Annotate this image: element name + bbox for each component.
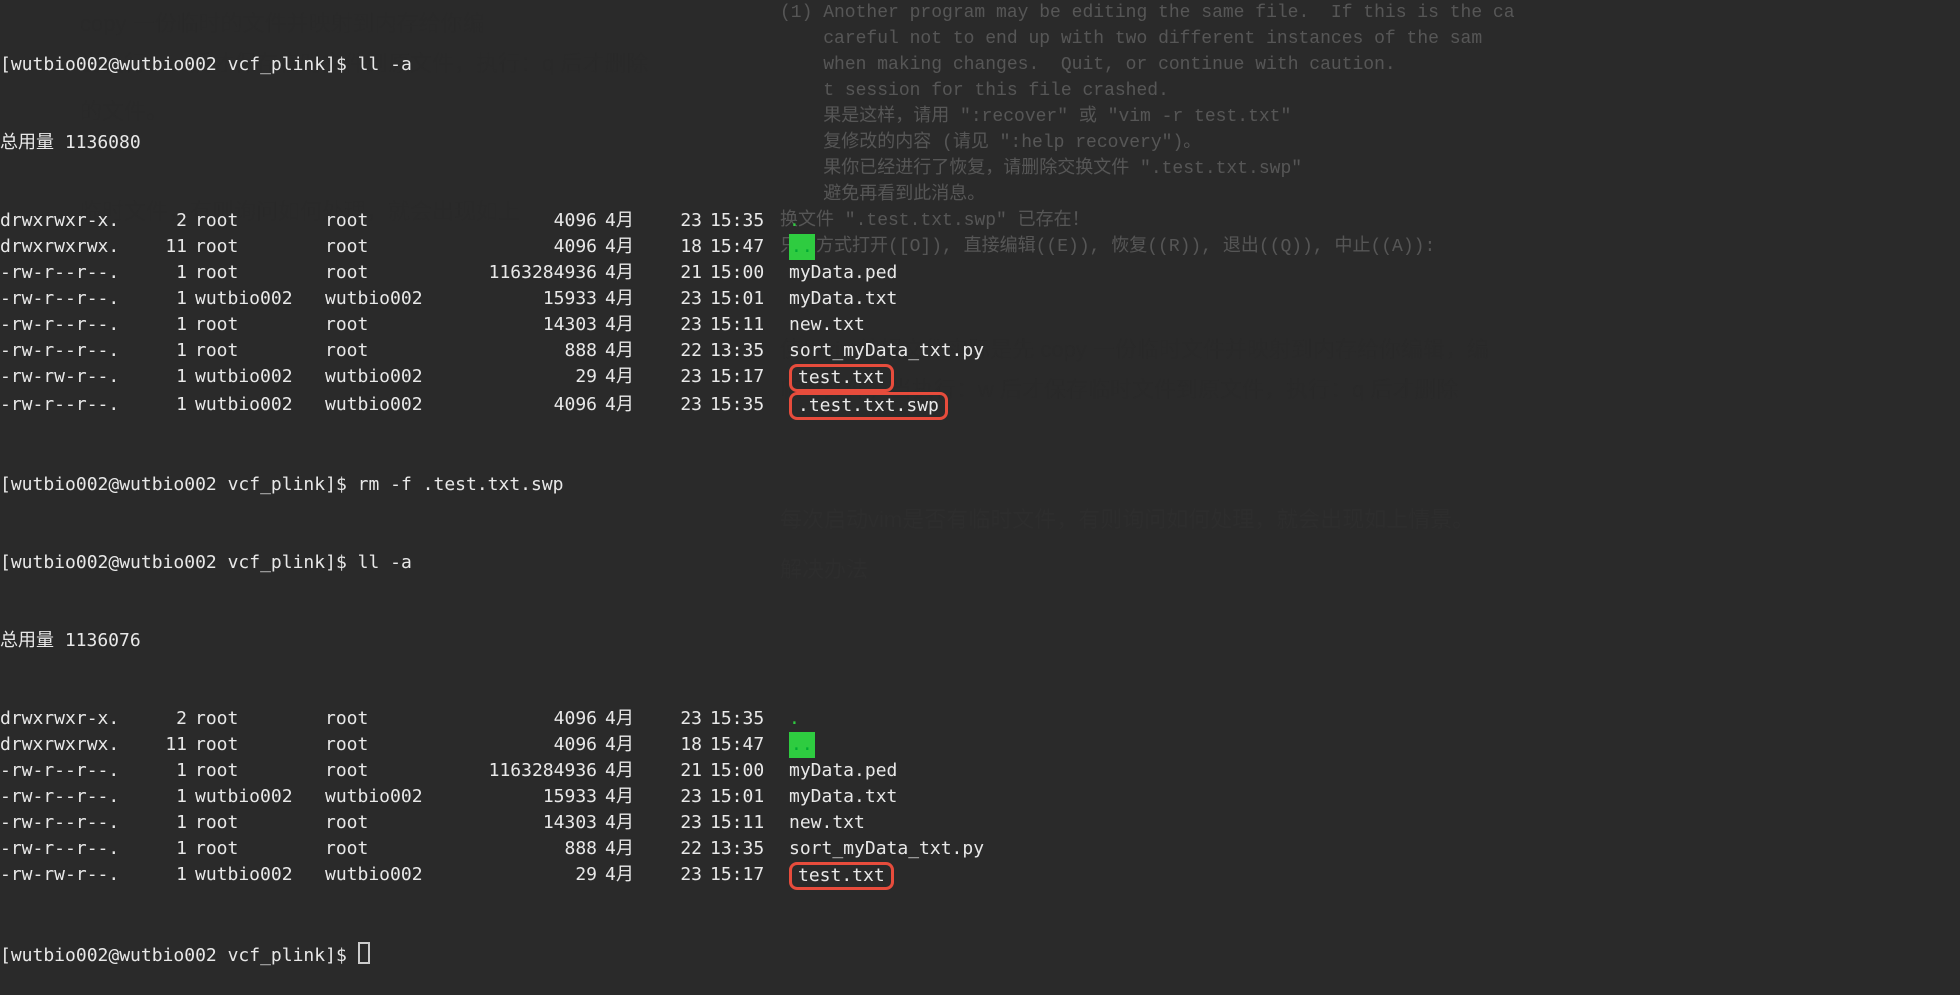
listing-row: -rw-r--r--.1rootroot8884月2213:35sort_myD… (0, 836, 1100, 862)
listing-row: -rw-r--r--.1rootroot11632849364月2115:00m… (0, 758, 1100, 784)
listing-row: -rw-r--r--.1wutbio002wutbio002159334月231… (0, 784, 1100, 810)
listing-row: -rw-rw-r--.1wutbio002wutbio002294月2315:1… (0, 364, 1100, 392)
total-line-2: 总用量 1136076 (0, 628, 1100, 654)
highlighted-filename: test.txt (789, 862, 894, 890)
listing-row: -rw-r--r--.1rootroot143034月2315:11new.tx… (0, 312, 1100, 338)
listing-row: -rw-r--r--.1wutbio002wutbio00240964月2315… (0, 392, 1100, 420)
cursor-icon (358, 942, 370, 964)
listing-row: -rw-r--r--.1wutbio002wutbio002159334月231… (0, 286, 1100, 312)
prompt-line-2: [wutbio002@wutbio002 vcf_plink]$ rm -f .… (0, 472, 1100, 498)
terminal[interactable]: [wutbio002@wutbio002 vcf_plink]$ ll -a 总… (0, 0, 1100, 995)
listing-row: drwxrwxr-x.2rootroot40964月2315:35. (0, 208, 1100, 234)
listing-row: -rw-r--r--.1rootroot11632849364月2115:00m… (0, 260, 1100, 286)
listing-row: -rw-rw-r--.1wutbio002wutbio002294月2315:1… (0, 862, 1100, 890)
highlighted-filename: test.txt (789, 364, 894, 392)
file-listing-1: drwxrwxr-x.2rootroot40964月2315:35.drwxrw… (0, 208, 1100, 420)
prompt-line-3: [wutbio002@wutbio002 vcf_plink]$ ll -a (0, 550, 1100, 576)
highlighted-filename: .test.txt.swp (789, 392, 948, 420)
prompt-line-4: [wutbio002@wutbio002 vcf_plink]$ (0, 942, 1100, 969)
listing-row: -rw-r--r--.1rootroot8884月2213:35sort_myD… (0, 338, 1100, 364)
listing-row: drwxrwxr-x.2rootroot40964月2315:35. (0, 706, 1100, 732)
listing-row: drwxrwxrwx.11rootroot40964月1815:47.. (0, 234, 1100, 260)
listing-row: -rw-r--r--.1rootroot143034月2315:11new.tx… (0, 810, 1100, 836)
listing-row: drwxrwxrwx.11rootroot40964月1815:47.. (0, 732, 1100, 758)
file-listing-2: drwxrwxr-x.2rootroot40964月2315:35.drwxrw… (0, 706, 1100, 890)
prompt-line-1: [wutbio002@wutbio002 vcf_plink]$ ll -a (0, 52, 1100, 78)
total-line-1: 总用量 1136080 (0, 130, 1100, 156)
